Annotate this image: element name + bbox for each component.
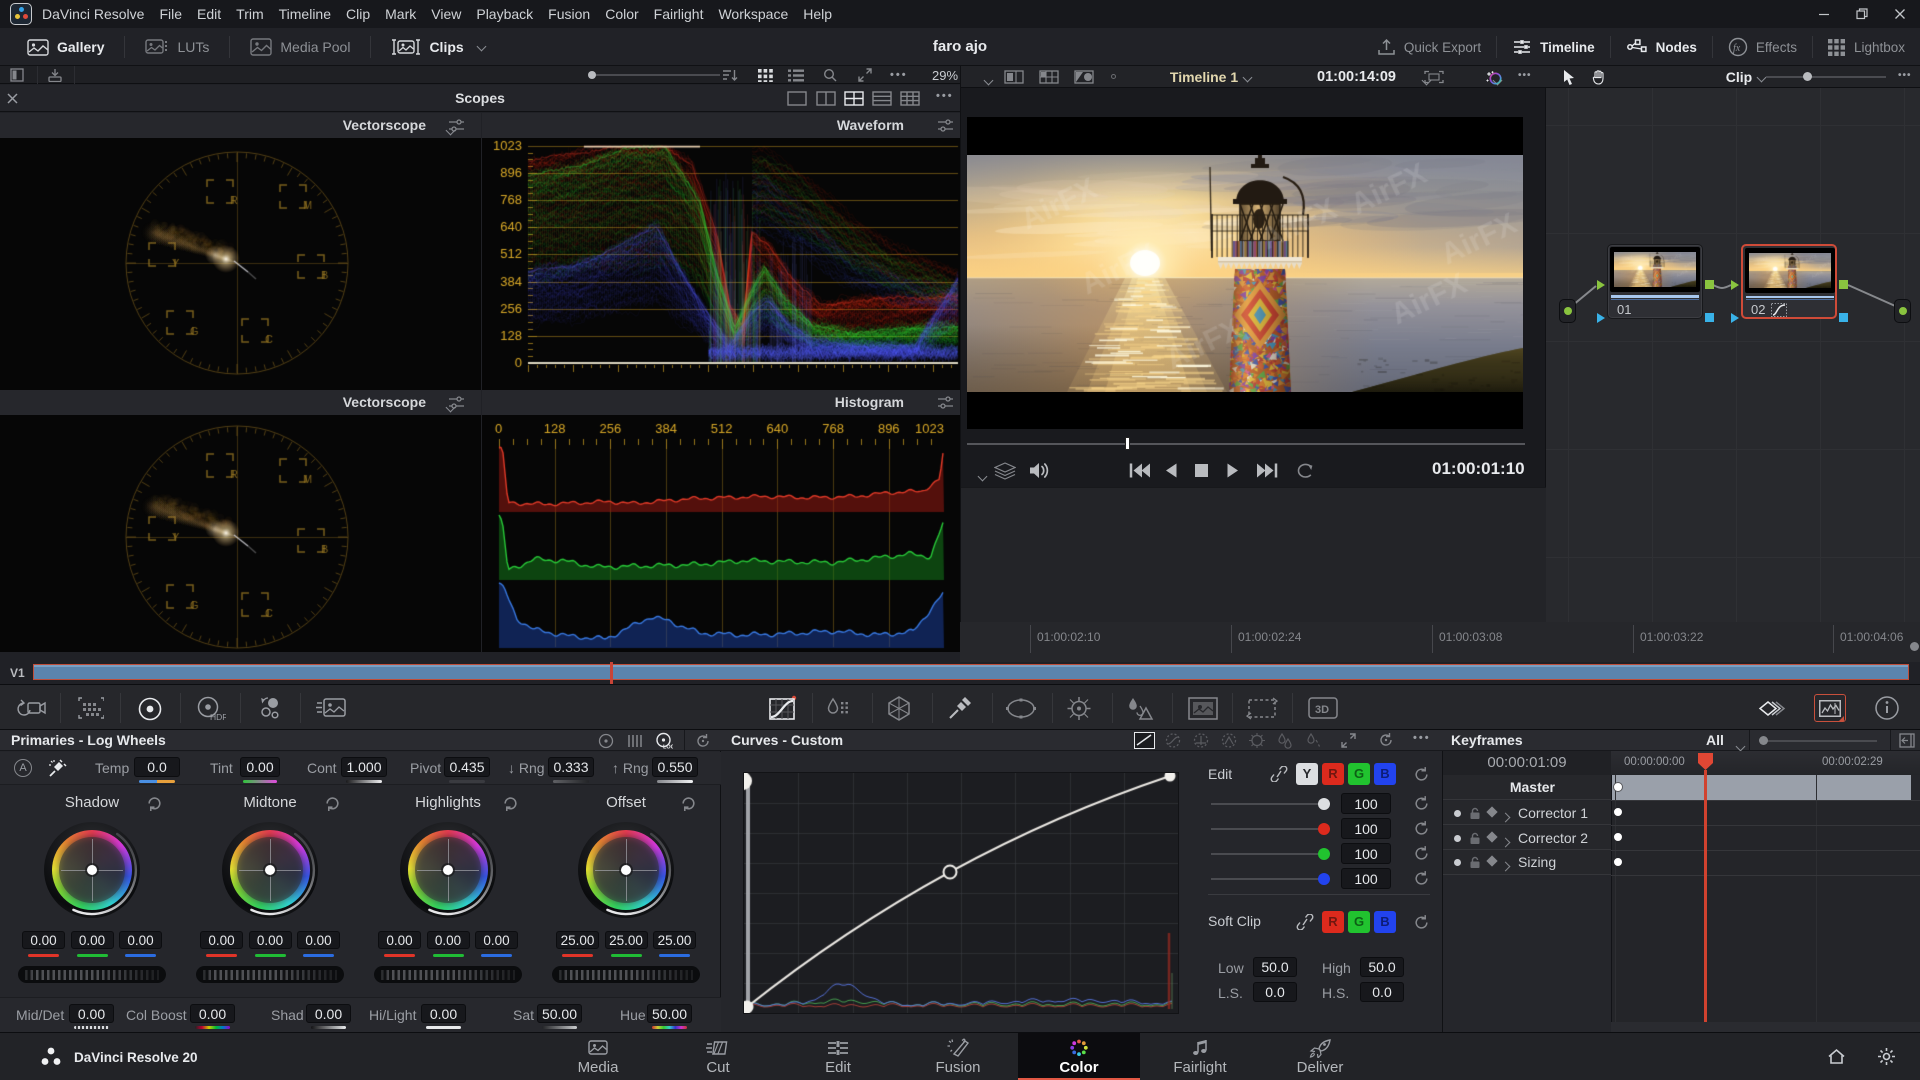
- svg-text:3D: 3D: [1315, 704, 1329, 716]
- svg-text:LOG: LOG: [663, 745, 673, 751]
- svg-text:HDR: HDR: [210, 712, 226, 722]
- svg-text:fx: fx: [1733, 43, 1741, 54]
